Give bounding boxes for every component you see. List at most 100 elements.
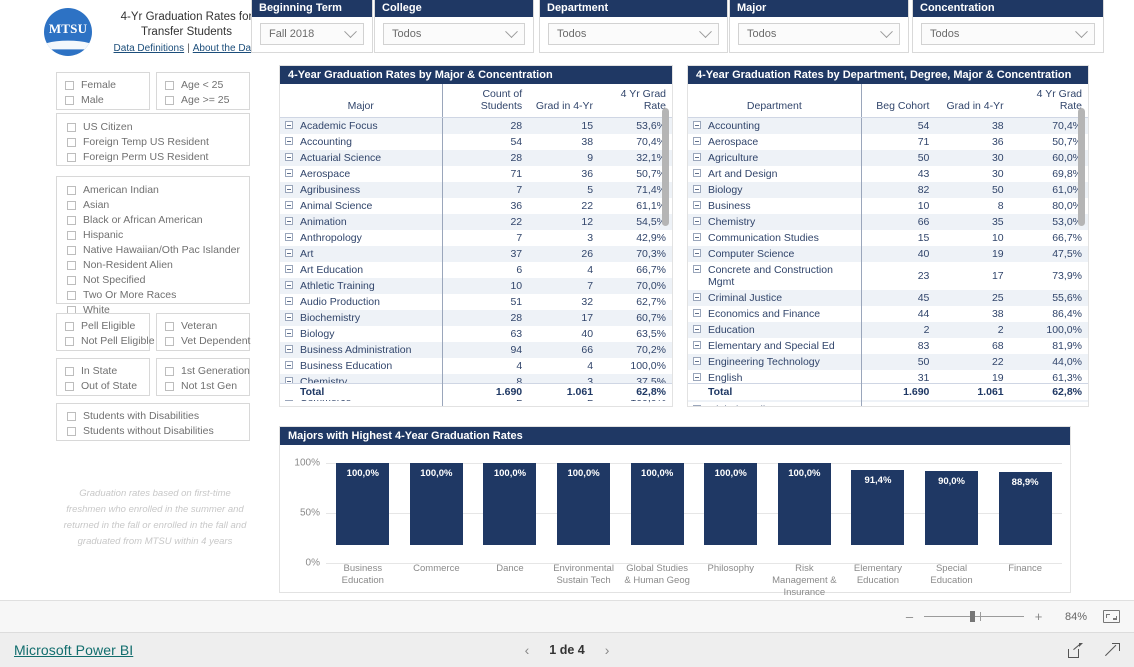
checkbox-not-pell-eligible[interactable]	[65, 336, 74, 346]
zoom-slider-thumb[interactable]	[970, 611, 975, 622]
expand-collapse-icon[interactable]	[285, 361, 293, 369]
bar[interactable]: 100,0%	[777, 463, 831, 545]
checkbox-out-of-state[interactable]	[65, 381, 74, 391]
bar[interactable]: 100,0%	[483, 463, 537, 545]
expand-collapse-icon[interactable]	[285, 185, 293, 193]
bar[interactable]: 100,0%	[704, 463, 758, 545]
expand-collapse-icon[interactable]	[693, 121, 701, 129]
expand-collapse-icon[interactable]	[285, 297, 293, 305]
checkbox-non-resident-alien[interactable]	[67, 260, 76, 270]
checkbox-without-disabilities[interactable]	[67, 426, 76, 436]
table-row[interactable]: Audio Production 51 32 62,7%	[280, 294, 672, 310]
table-row[interactable]: Engineering Technology 50 22 44,0%	[688, 354, 1088, 370]
table-row[interactable]: Animation 22 12 54,5%	[280, 214, 672, 230]
col-header-beg-cohort[interactable]: Beg Cohort	[860, 84, 936, 118]
table-row[interactable]: Communication Studies 15 10 66,7%	[688, 230, 1088, 246]
bar-item[interactable]: 100,0%	[547, 463, 621, 545]
slicer-department[interactable]: Department Todos	[540, 0, 727, 52]
bar-item[interactable]: 100,0%	[620, 463, 694, 545]
checkbox-age-under-25[interactable]	[165, 80, 174, 90]
expand-collapse-icon[interactable]	[285, 249, 293, 257]
table-row[interactable]: Biochemistry 28 17 60,7%	[280, 310, 672, 326]
table-row[interactable]: Accounting 54 38 70,4%	[688, 117, 1088, 134]
col-header-grad-in-4yr[interactable]: Grad in 4-Yr	[935, 84, 1010, 118]
checkbox-american-indian[interactable]	[67, 185, 76, 195]
expand-collapse-icon[interactable]	[285, 281, 293, 289]
slicer-beginning-term-dropdown[interactable]: Fall 2018	[260, 23, 364, 45]
col-header-department[interactable]: Department	[688, 84, 862, 118]
filter-item-age-under-25[interactable]: Age < 25	[165, 78, 241, 92]
checkbox-vet-dependent[interactable]	[165, 336, 174, 346]
expand-collapse-icon[interactable]	[285, 217, 293, 225]
table-row[interactable]: Agriculture 50 30 60,0%	[688, 150, 1088, 166]
table-row[interactable]: Anthropology 7 3 42,9%	[280, 230, 672, 246]
bar[interactable]: 100,0%	[409, 463, 463, 545]
expand-collapse-icon[interactable]	[693, 357, 701, 365]
bar-item[interactable]: 100,0%	[326, 463, 400, 545]
bar[interactable]: 100,0%	[336, 463, 390, 545]
data-definitions-link[interactable]: Data Definitions	[114, 43, 185, 54]
table-row[interactable]: Aerospace 71 36 50,7%	[688, 134, 1088, 150]
bar[interactable]: 100,0%	[557, 463, 611, 545]
filter-item-non-resident-alien[interactable]: Non-Resident Alien	[67, 258, 239, 272]
filter-item-1st-generation[interactable]: 1st Generation	[165, 364, 250, 378]
bar-item[interactable]: 100,0%	[768, 463, 842, 545]
zoom-out-button[interactable]: –	[904, 610, 915, 623]
filter-item-not-specified[interactable]: Not Specified	[67, 273, 239, 287]
table-row[interactable]: Chemistry 66 35 53,0%	[688, 214, 1088, 230]
checkbox-pell-eligible[interactable]	[65, 321, 74, 331]
expand-collapse-icon[interactable]	[285, 137, 293, 145]
expand-collapse-icon[interactable]	[693, 249, 701, 257]
expand-collapse-icon[interactable]	[693, 137, 701, 145]
expand-collapse-icon[interactable]	[693, 373, 701, 381]
filter-item-age-25-plus[interactable]: Age >= 25	[165, 93, 241, 107]
checkbox-foreign-temp[interactable]	[67, 137, 76, 147]
filter-item-not-1st-gen[interactable]: Not 1st Gen	[165, 379, 241, 393]
filter-item-female[interactable]: Female	[65, 78, 141, 92]
bar[interactable]: 88,9%	[998, 472, 1052, 545]
table-major-scrollbar[interactable]	[662, 108, 669, 400]
table-department-scrollbar[interactable]	[1078, 108, 1085, 400]
table-row[interactable]: Business Education 4 4 100,0%	[280, 358, 672, 374]
expand-collapse-icon[interactable]	[693, 169, 701, 177]
filter-item-out-of-state[interactable]: Out of State	[65, 379, 141, 393]
filter-item-male[interactable]: Male	[65, 93, 141, 107]
expand-collapse-icon[interactable]	[285, 329, 293, 337]
filter-item-veteran[interactable]: Veteran	[165, 319, 241, 333]
table-row[interactable]: Biology 63 40 63,5%	[280, 326, 672, 342]
checkbox-native-hawaiian[interactable]	[67, 245, 76, 255]
bar-item[interactable]: 100,0%	[400, 463, 474, 545]
table-row[interactable]: Elementary and Special Ed 83 68 81,9%	[688, 338, 1088, 354]
checkbox-with-disabilities[interactable]	[67, 411, 76, 421]
checkbox-hispanic[interactable]	[67, 230, 76, 240]
table-row[interactable]: Aerospace 71 36 50,7%	[280, 166, 672, 182]
table-row[interactable]: Agribusiness 7 5 71,4%	[280, 182, 672, 198]
zoom-slider-track[interactable]	[924, 611, 1024, 622]
checkbox-black-african-american[interactable]	[67, 215, 76, 225]
col-header-count-of-students[interactable]: Count of Students	[441, 84, 529, 118]
checkbox-age-25-plus[interactable]	[165, 95, 174, 105]
filter-item-in-state[interactable]: In State	[65, 364, 141, 378]
share-icon[interactable]	[1068, 642, 1083, 658]
checkbox-not-1st-gen[interactable]	[165, 381, 174, 391]
table-row[interactable]: Concrete and Construction Mgmt 23 17 73,9%	[688, 262, 1088, 290]
bar-item[interactable]: 88,9%	[988, 463, 1062, 545]
checkbox-male[interactable]	[65, 95, 74, 105]
fullscreen-icon[interactable]	[1105, 642, 1120, 658]
table-department-scrollbar-thumb[interactable]	[1078, 108, 1085, 226]
bar[interactable]: 100,0%	[630, 463, 684, 545]
table-row[interactable]: Economics and Finance 44 38 86,4%	[688, 306, 1088, 322]
expand-collapse-icon[interactable]	[285, 169, 293, 177]
table-row[interactable]: Art Education 6 4 66,7%	[280, 262, 672, 278]
col-header-major[interactable]: Major	[280, 84, 443, 118]
bar[interactable]: 90,0%	[925, 471, 979, 545]
table-row[interactable]: Actuarial Science 28 9 32,1%	[280, 150, 672, 166]
expand-collapse-icon[interactable]	[693, 233, 701, 241]
table-row[interactable]: Business Administration 94 66 70,2%	[280, 342, 672, 358]
table-major-scrollbar-thumb[interactable]	[662, 108, 669, 226]
filter-item-asian[interactable]: Asian	[67, 198, 239, 212]
expand-collapse-icon[interactable]	[693, 341, 701, 349]
filter-item-native-hawaiian[interactable]: Native Hawaiian/Oth Pac Islander	[67, 243, 240, 257]
table-row[interactable]: Education 2 2 100,0%	[688, 322, 1088, 338]
expand-collapse-icon[interactable]	[693, 217, 701, 225]
